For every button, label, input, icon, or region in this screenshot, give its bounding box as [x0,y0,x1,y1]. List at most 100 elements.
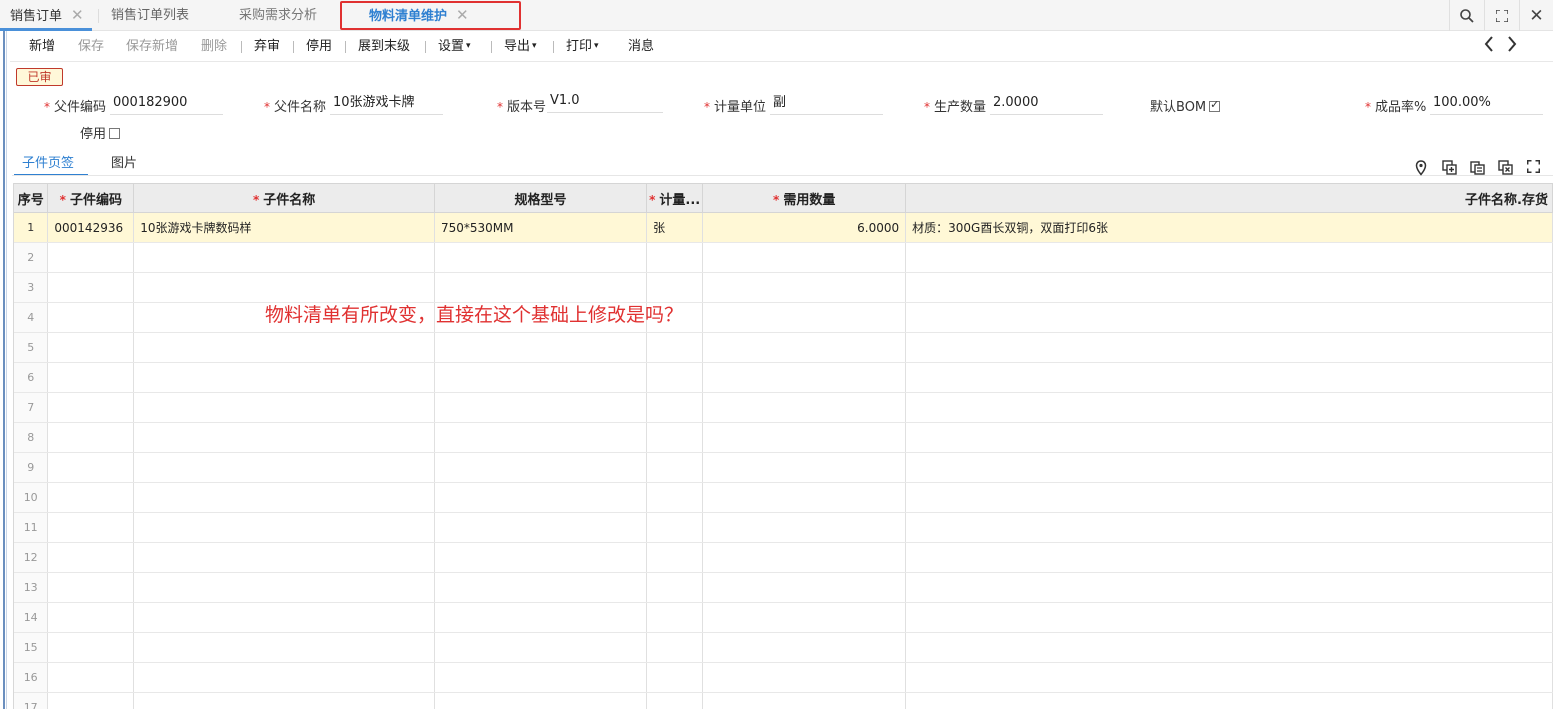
cell-spec[interactable]: 750*530MM [434,212,648,243]
add-button[interactable]: 新增 [29,38,55,56]
table-row[interactable]: 1 000142936 10张游戏卡牌数码样 750*530MM 张 6.000… [14,212,1553,243]
cell-unit[interactable] [646,542,704,573]
cell-inventory-note[interactable] [905,452,1553,483]
cell-spec[interactable] [434,392,648,423]
parent-code-field[interactable]: 000182900 [110,92,223,115]
cell-required-qty[interactable] [702,572,907,603]
cell-child-name[interactable] [133,512,435,543]
cell-inventory-note[interactable] [905,602,1553,633]
cell-spec[interactable] [434,542,648,573]
tab-child-items[interactable]: 子件页签 [13,152,89,176]
table-row[interactable]: 4 [14,302,1553,333]
cell-unit[interactable] [646,692,704,709]
column-header[interactable]: * 子件名称 [133,183,435,213]
cell-unit[interactable] [646,272,704,303]
cell-required-qty[interactable] [702,362,907,393]
cell-inventory-note[interactable] [905,662,1553,693]
cell-required-qty[interactable] [702,452,907,483]
copy-row-icon[interactable] [1469,160,1485,176]
cell-unit[interactable] [646,512,704,543]
cell-unit[interactable] [646,662,704,693]
table-row[interactable]: 12 [14,542,1553,573]
maximize-button[interactable] [1484,0,1518,31]
cell-unit[interactable] [646,242,704,273]
cell-required-qty[interactable] [702,602,907,633]
unit-field[interactable]: 副 [770,92,883,115]
cell-required-qty[interactable]: 6.0000 [702,212,907,243]
cell-child-name[interactable] [133,422,435,453]
cell-inventory-note[interactable] [905,422,1553,453]
table-row[interactable]: 14 [14,602,1553,633]
export-dropdown[interactable]: 导出 ▾ [504,38,537,56]
column-header[interactable]: 序号 [14,183,49,213]
yield-rate-field[interactable]: 100.00% [1430,92,1543,115]
save-button[interactable]: 保存 [78,38,104,56]
cell-spec[interactable] [434,482,648,513]
cell-spec[interactable] [434,602,648,633]
cell-unit[interactable] [646,452,704,483]
table-row[interactable]: 11 [14,512,1553,543]
delete-button[interactable]: 删除 [201,38,227,56]
tab-purchase-demand-analysis[interactable]: 采购需求分析 [239,0,317,31]
add-row-icon[interactable] [1441,160,1457,176]
cell-child-code[interactable] [47,422,135,453]
tab-images[interactable]: 图片 [111,152,137,172]
cell-inventory-note[interactable]: 材质：300G酉长双铜，双面打印6张 [905,212,1553,243]
cell-child-name[interactable] [133,452,435,483]
close-window-button[interactable]: ✕ [1519,0,1553,31]
cell-child-name[interactable] [133,392,435,423]
cell-child-name[interactable] [133,332,435,363]
cell-child-name[interactable] [133,662,435,693]
save-new-button[interactable]: 保存新增 [126,38,178,56]
prev-record-button[interactable] [1483,35,1495,58]
cell-child-name[interactable] [133,572,435,603]
cell-child-name[interactable] [133,542,435,573]
table-row[interactable]: 10 [14,482,1553,513]
cell-inventory-note[interactable] [905,692,1553,709]
next-record-button[interactable] [1506,35,1518,58]
cell-inventory-note[interactable] [905,302,1553,333]
settings-dropdown[interactable]: 设置 ▾ [438,38,471,56]
cell-inventory-note[interactable] [905,542,1553,573]
tab-sales-order-list[interactable]: 销售订单列表 [111,0,189,31]
cell-required-qty[interactable] [702,302,907,333]
cell-child-name[interactable] [133,482,435,513]
column-header[interactable]: * 子件编码 [47,183,135,213]
cell-child-code[interactable] [47,512,135,543]
cell-unit[interactable] [646,332,704,363]
print-dropdown[interactable]: 打印 ▾ [566,38,599,56]
cell-spec[interactable] [434,632,648,663]
column-header[interactable]: * 计量... [646,183,704,213]
cell-required-qty[interactable] [702,242,907,273]
cell-child-code[interactable] [47,242,135,273]
table-row[interactable]: 5 [14,332,1553,363]
table-row[interactable]: 9 [14,452,1553,483]
cell-spec[interactable] [434,662,648,693]
cell-inventory-note[interactable] [905,632,1553,663]
cell-required-qty[interactable] [702,272,907,303]
cell-required-qty[interactable] [702,542,907,573]
cell-unit[interactable] [646,392,704,423]
cell-child-name[interactable] [133,362,435,393]
parent-name-field[interactable]: 10张游戏卡牌 [330,92,443,115]
cell-inventory-note[interactable] [905,332,1553,363]
cell-child-code[interactable] [47,392,135,423]
disabled-checkbox[interactable] [109,128,121,139]
cell-unit[interactable]: 张 [646,212,704,243]
location-icon[interactable] [1413,160,1429,176]
cell-unit[interactable] [646,572,704,603]
cell-inventory-note[interactable] [905,482,1553,513]
cell-child-code[interactable] [47,602,135,633]
cell-spec[interactable] [434,242,648,273]
cell-spec[interactable] [434,362,648,393]
production-qty-field[interactable]: 2.0000 [990,92,1103,115]
cell-child-name[interactable] [133,272,435,303]
table-row[interactable]: 6 [14,362,1553,393]
cell-required-qty[interactable] [702,512,907,543]
cell-child-code[interactable] [47,332,135,363]
cell-child-name[interactable] [133,602,435,633]
table-row[interactable]: 3 [14,272,1553,303]
expand-to-leaf-button[interactable]: 展到末级 [358,38,410,56]
tab-sales-order[interactable]: 销售订单 ✕ [0,0,92,31]
cell-child-name[interactable]: 10张游戏卡牌数码样 [133,212,435,243]
